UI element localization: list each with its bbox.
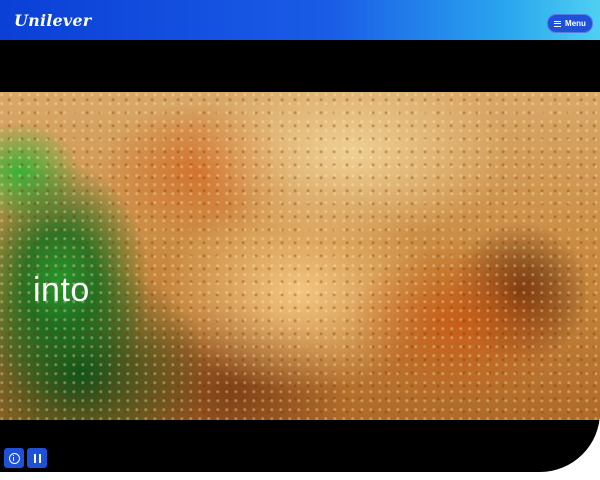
pause-icon (33, 453, 41, 463)
unilever-logo[interactable]: Unilever (14, 11, 91, 30)
menu-button-label: Menu (565, 19, 586, 28)
menu-button[interactable]: Menu (547, 14, 593, 33)
video-texture (0, 92, 600, 420)
video-caption: into (33, 271, 90, 309)
hero-video: into (0, 40, 600, 472)
video-pause-button[interactable] (27, 448, 47, 468)
video-frame (0, 92, 600, 420)
hamburger-icon (554, 20, 562, 27)
video-info-button[interactable] (4, 448, 24, 468)
site-header: Unilever Menu (0, 0, 600, 40)
info-icon (8, 452, 20, 464)
